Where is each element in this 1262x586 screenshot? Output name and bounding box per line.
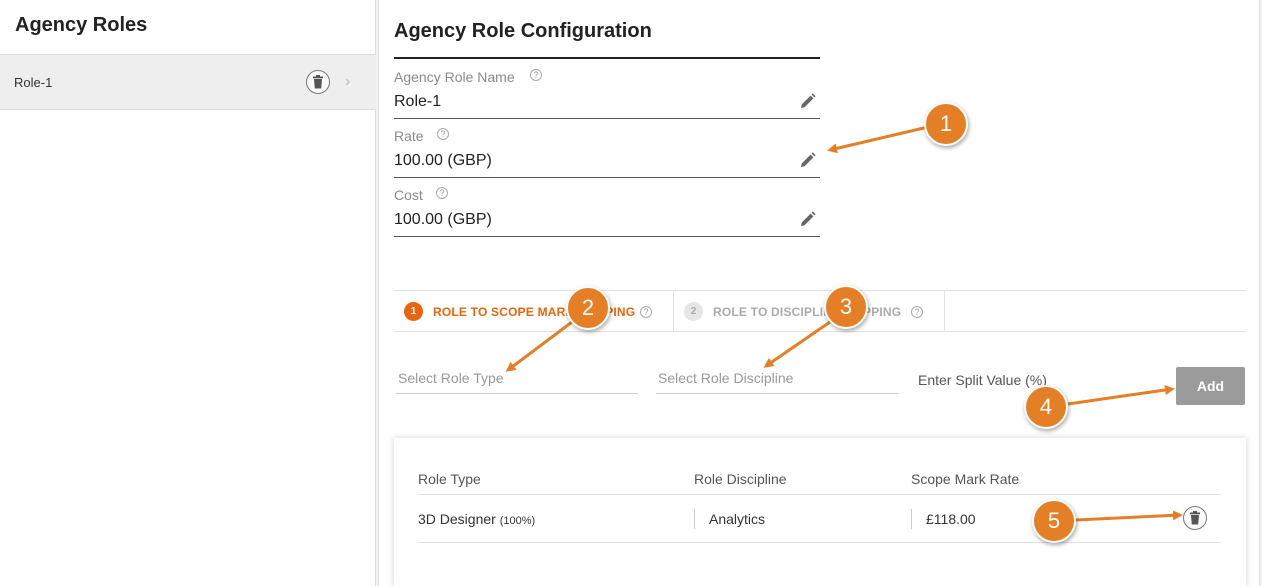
column-header-role-type: Role Type — [418, 471, 481, 487]
annotation-callout-2: 2 — [566, 286, 610, 330]
cell-role-discipline: Analytics — [709, 511, 766, 527]
help-icon[interactable]: ? — [436, 187, 448, 199]
mapping-tabs: 1 ROLE TO SCOPE MARK MAPPING ? 2 ROLE TO… — [394, 290, 1246, 332]
column-header-scope-mark-rate: Scope Mark Rate — [911, 471, 1020, 487]
column-header-role-discipline: Role Discipline — [694, 471, 787, 487]
tab-step-number: 1 — [404, 302, 423, 321]
split-value: (100%) — [499, 515, 536, 527]
app-root: Agency Roles Role-1 › Agency Role Config… — [0, 0, 1262, 586]
annotation-callout-5: 5 — [1032, 499, 1076, 543]
cell-role-type: 3D Designer (100%) — [418, 511, 535, 527]
cost-field: Cost ? 100.00 (GBP) — [394, 179, 820, 237]
sidebar-item-role-1[interactable]: Role-1 › — [0, 54, 376, 110]
field-label: Rate — [394, 128, 424, 144]
tab-role-to-discipline-mapping[interactable]: 2 ROLE TO DISCIPLINE MAPPING ? — [674, 291, 945, 331]
trash-icon — [1190, 511, 1200, 525]
help-icon[interactable]: ? — [640, 306, 652, 318]
header-divider — [418, 494, 1221, 495]
tab-label: ROLE TO DISCIPLINE MAPPING — [713, 305, 902, 319]
sidebar-item-label: Role-1 — [14, 75, 53, 90]
annotation-callout-3: 3 — [824, 285, 868, 329]
tab-step-number: 2 — [684, 302, 703, 321]
trash-icon — [313, 75, 323, 89]
delete-role-button[interactable] — [306, 70, 330, 94]
field-label: Agency Role Name — [394, 69, 515, 85]
rate-field: Rate ? 100.00 (GBP) — [394, 120, 820, 178]
page-title: Agency Role Configuration — [394, 20, 652, 42]
agency-role-name-field: Agency Role Name ? Role-1 — [394, 61, 820, 119]
edit-name-button[interactable] — [800, 93, 816, 114]
agency-roles-sidebar: Agency Roles Role-1 › — [0, 0, 376, 586]
field-label: Cost — [394, 187, 423, 203]
delete-row-button[interactable] — [1183, 506, 1207, 530]
edit-rate-button[interactable] — [800, 152, 816, 173]
pencil-icon — [801, 152, 816, 167]
add-button[interactable]: Add — [1176, 367, 1245, 405]
role-type-placeholder: Select Role Type — [398, 370, 504, 386]
row-divider — [418, 542, 1221, 543]
role-discipline-select[interactable]: Select Role Discipline — [656, 362, 899, 394]
chevron-right-icon: › — [345, 73, 351, 90]
column-divider — [911, 509, 912, 529]
annotation-callout-4: 4 — [1024, 385, 1068, 429]
role-type-select[interactable]: Select Role Type — [396, 362, 638, 394]
split-value-placeholder: Enter Split Value (%) — [918, 372, 1047, 388]
cell-scope-mark-rate: £118.00 — [926, 511, 976, 527]
mapping-table-card: Role Type Role Discipline Scope Mark Rat… — [394, 438, 1246, 586]
help-icon[interactable]: ? — [437, 128, 449, 140]
role-configuration-panel: Agency Role Configuration Agency Role Na… — [378, 0, 1260, 586]
cost-value: 100.00 (GBP) — [394, 211, 492, 228]
help-icon[interactable]: ? — [530, 69, 542, 81]
pencil-icon — [801, 93, 816, 108]
column-divider — [694, 509, 695, 529]
edit-cost-button[interactable] — [800, 211, 816, 232]
help-icon[interactable]: ? — [911, 306, 923, 318]
role-discipline-placeholder: Select Role Discipline — [658, 370, 794, 386]
pencil-icon — [801, 211, 816, 226]
sidebar-title: Agency Roles — [15, 14, 148, 36]
agency-role-name-value: Role-1 — [394, 93, 442, 110]
annotation-callout-1: 1 — [924, 102, 968, 146]
tab-role-to-scope-mark-mapping[interactable]: 1 ROLE TO SCOPE MARK MAPPING ? — [394, 291, 674, 331]
rate-value: 100.00 (GBP) — [394, 152, 492, 169]
role-type-value: 3D Designer — [418, 511, 496, 527]
title-underline — [394, 57, 820, 59]
